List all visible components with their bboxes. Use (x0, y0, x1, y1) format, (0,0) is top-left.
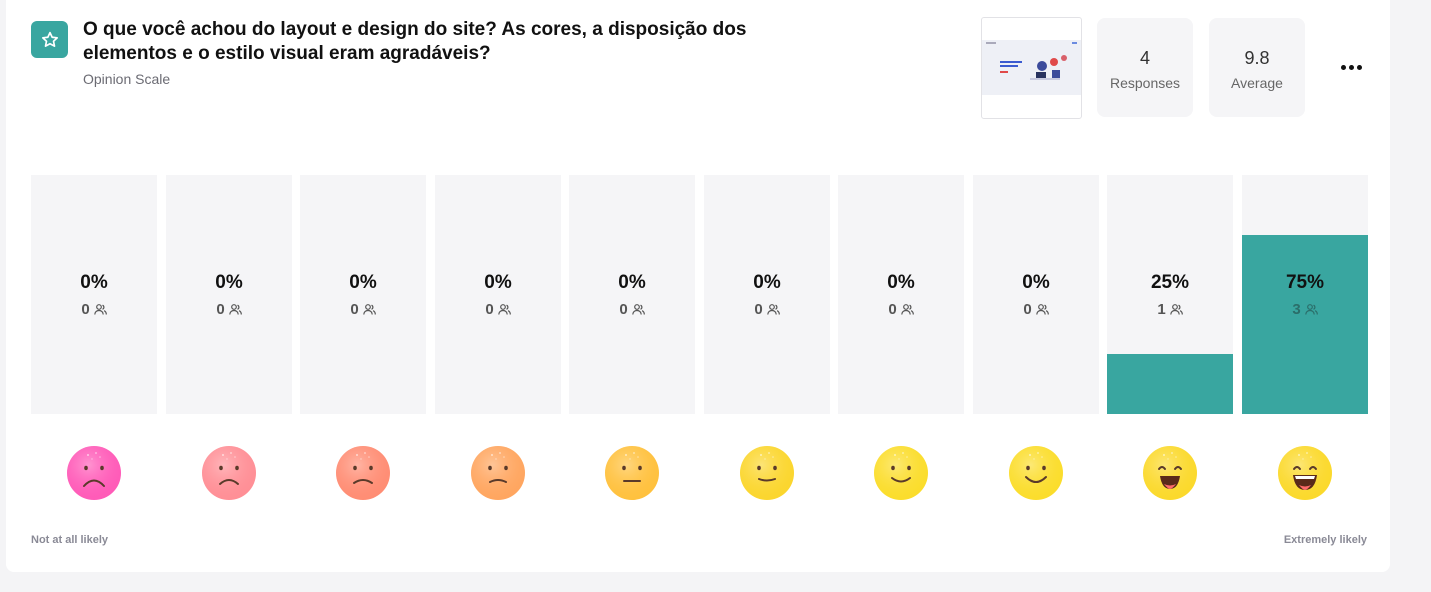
option-percent: 0% (80, 272, 108, 293)
smile-face-icon (873, 445, 929, 501)
option-count: 1 (1107, 301, 1233, 318)
people-icon (1035, 304, 1049, 315)
response-bar (1242, 235, 1368, 414)
more-options-icon[interactable] (1333, 52, 1369, 82)
scale-option-4: 0% 0 (435, 175, 561, 414)
option-count-value: 1 (1157, 301, 1166, 318)
scale-low-label: Not at all likely (31, 534, 109, 546)
option-percent: 0% (1022, 272, 1050, 293)
option-count: 0 (569, 301, 695, 318)
option-percent: 0% (484, 272, 512, 293)
scale-option-5: 0% 0 (569, 175, 695, 414)
option-count-value: 0 (81, 301, 90, 318)
average-value: 9.8 (1244, 48, 1270, 68)
question-type: Opinion Scale (83, 71, 171, 87)
option-count-value: 0 (619, 301, 628, 318)
option-count-value: 0 (888, 301, 897, 318)
option-count: 0 (973, 301, 1099, 318)
option-count-value: 0 (1023, 301, 1032, 318)
people-icon (362, 304, 376, 315)
option-count: 3 (1242, 301, 1368, 318)
scale-option-7: 0% 0 (838, 175, 964, 414)
scale-option-10: 75% 3 (1242, 175, 1368, 414)
scale-option-2: 0% 0 (166, 175, 292, 414)
people-icon (1169, 304, 1183, 315)
option-count-value: 3 (1292, 301, 1301, 318)
option-count-value: 0 (754, 301, 763, 318)
option-percent: 75% (1285, 272, 1325, 293)
option-count-value: 0 (350, 301, 359, 318)
response-bar (1107, 354, 1233, 414)
people-icon (228, 304, 242, 315)
option-count-value: 0 (485, 301, 494, 318)
scale-option-9: 25% 1 (1107, 175, 1233, 414)
slight-smile-face-icon (739, 445, 795, 501)
responses-label: Responses (1109, 75, 1181, 91)
happy-face-icon (1008, 445, 1064, 501)
option-percent: 0% (349, 272, 377, 293)
grin-face-icon (1142, 445, 1198, 501)
responses-stat: 4 Responses (1097, 18, 1193, 117)
option-count: 0 (166, 301, 292, 318)
option-percent: 0% (618, 272, 646, 293)
option-percent: 25% (1150, 272, 1190, 293)
option-percent: 0% (887, 272, 915, 293)
people-icon (1304, 304, 1318, 315)
very-sad-face-icon (66, 445, 122, 501)
scale-option-8: 0% 0 (973, 175, 1099, 414)
scale-high-label: Extremely likely (1283, 534, 1367, 546)
people-icon (93, 304, 107, 315)
responses-count: 4 (1139, 48, 1150, 68)
people-icon (766, 304, 780, 315)
average-label: Average (1231, 75, 1283, 91)
scale-option-1: 0% 0 (31, 175, 157, 414)
average-stat: 9.8 Average (1209, 18, 1305, 117)
option-count: 0 (31, 301, 157, 318)
option-count: 0 (300, 301, 426, 318)
scale-option-6: 0% 0 (704, 175, 830, 414)
neutral-face-icon (604, 445, 660, 501)
people-icon (497, 304, 511, 315)
option-count: 0 (435, 301, 561, 318)
sad-face-icon (335, 445, 391, 501)
slightly-sad-face-icon (470, 445, 526, 501)
scale-option-3: 0% 0 (300, 175, 426, 414)
people-icon (900, 304, 914, 315)
beaming-face-icon (1277, 445, 1333, 501)
option-count: 0 (838, 301, 964, 318)
option-percent: 0% (753, 272, 781, 293)
star-icon (31, 21, 68, 58)
people-icon (631, 304, 645, 315)
option-count: 0 (704, 301, 830, 318)
option-count-value: 0 (216, 301, 225, 318)
page-preview-thumbnail[interactable] (981, 17, 1082, 119)
question-title: O que você achou do layout e design do s… (83, 19, 747, 64)
sad-face-icon (201, 445, 257, 501)
option-percent: 0% (215, 272, 243, 293)
